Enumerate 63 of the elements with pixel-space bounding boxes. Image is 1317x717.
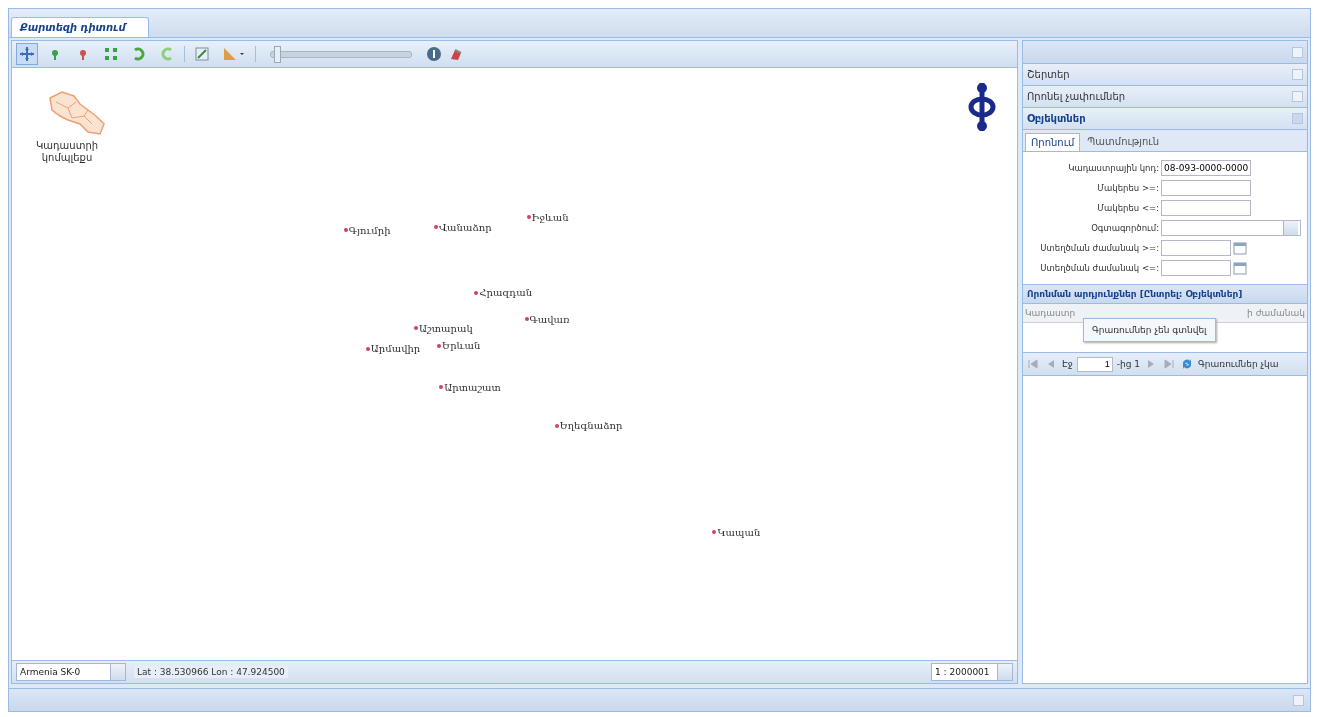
city-name: Արմավիր [370,343,421,355]
scale-select[interactable]: 1 : 2000001 [931,663,1013,681]
navigation-icon[interactable] [967,80,997,134]
city-name: Գյումրի [348,224,391,236]
pager-status: Գրառումներ չկա [1198,359,1279,369]
calendar-icon[interactable] [1233,241,1247,255]
city-marker-icon [554,423,559,428]
city-name: Հրազդան [479,287,533,299]
input-field[interactable] [1161,180,1251,196]
city-name: Վանաձոր [439,221,492,233]
city-name: Գավառ [529,313,570,325]
results-header: Որոնման արդյունքներ [Ընտրել: Օբյեկտներ] [1023,285,1307,304]
info-icon[interactable] [426,46,442,62]
eraser-icon[interactable] [448,46,464,62]
city-marker-icon [365,346,370,351]
date-field[interactable] [1161,240,1231,256]
field-label: Օգտագործում: [1090,223,1159,233]
page-label: Էջ [1062,359,1073,369]
input-field[interactable]: 08-093-0000-0000 [1161,160,1251,176]
field-label: Ստեղծման ժամանակ >=: [1039,243,1159,253]
input-field[interactable] [1161,200,1251,216]
empty-message: Գրառումներ չեն գտնվել [1083,318,1216,342]
search-tab[interactable]: Պատմություն [1082,133,1164,151]
pan-icon[interactable] [16,43,38,65]
first-page-icon[interactable] [1026,357,1040,371]
city-name: Կապան [717,526,761,538]
field-label: Մակերես >=: [1096,183,1159,193]
search-tab[interactable]: Որոնում [1025,133,1081,151]
city-name: Եղեգնաձոր [559,420,623,432]
page-field[interactable]: 1 [1076,356,1113,372]
city-marker-icon [414,326,418,331]
field-label: Մակերես <=: [1096,203,1159,213]
city-marker-icon [474,290,479,295]
date-field[interactable] [1161,260,1231,276]
city-marker-icon [439,385,444,390]
collapse-icon[interactable] [1292,113,1303,124]
page-count: -ից 1 [1116,359,1141,369]
calendar-icon[interactable] [1233,261,1247,275]
field-label: Կադաստրային կոդ: [1067,163,1159,173]
city-name: Իջևան [531,211,569,223]
field-label: Ստեղծման ժամանակ <=: [1039,263,1159,273]
section-header[interactable]: Օբյեկտներ [1027,113,1086,124]
city-marker-icon [343,228,348,233]
dropdown-field[interactable] [1161,220,1301,236]
expand-icon[interactable] [1292,91,1303,102]
city-marker-icon [526,215,531,220]
map-view-tab[interactable]: Քարտեզի դիտում [11,17,149,37]
coordinates-text: Lat : 38.530966 Lon : 47.924500 [134,666,288,678]
city-marker-icon [712,530,717,535]
last-page-icon[interactable] [1162,357,1177,371]
collapse-icon[interactable] [1292,46,1303,58]
map-label: Կադաստրի կոմպլեքս [34,140,100,164]
projection-select[interactable]: Armenia SK-0 [16,663,126,681]
city-marker-icon [434,225,439,230]
collapse-icon[interactable] [1293,694,1304,706]
city-marker-icon [524,317,529,322]
city-name: Երևան [442,340,481,352]
section-header[interactable]: Որոնել չափումներ [1027,91,1126,102]
city-marker-icon [437,343,442,348]
city-name: Արտաշատ [444,381,501,393]
section-header[interactable]: Շերտեր [1027,69,1070,80]
city-name: Աշտարակ [419,322,473,334]
expand-icon[interactable] [1292,69,1303,80]
